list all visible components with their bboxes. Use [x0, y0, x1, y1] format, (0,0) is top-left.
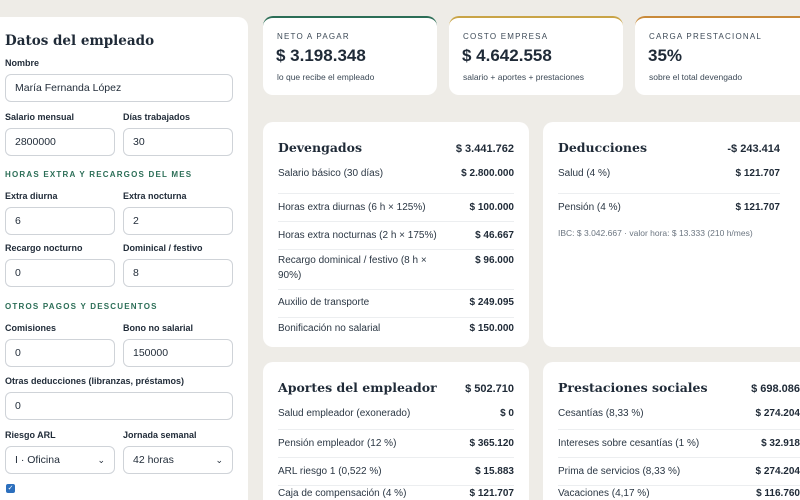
arl-label: Riesgo ARL: [5, 430, 56, 440]
deducciones-total: -$ 243.414: [727, 143, 780, 155]
list-item: Bonificación no salarial $ 150.000: [278, 323, 514, 334]
extra-day-input[interactable]: 6: [5, 207, 115, 235]
company-cost-subtitle: salario + aportes + prestaciones: [463, 72, 584, 82]
list-item: Horas extra diurnas (6 h × 125%) $ 100.0…: [278, 194, 514, 222]
list-item: Auxilio de transporte $ 249.095: [278, 290, 514, 318]
list-item: Salud (4 %) $ 121.707: [558, 166, 780, 194]
prestaciones-card: Prestaciones sociales $ 698.086 Cesantía…: [543, 362, 800, 500]
deducciones-title: Deducciones: [558, 140, 648, 155]
extra-day-label: Extra diurna: [5, 191, 58, 201]
list-item: ARL riesgo 1 (0,522 %) $ 15.883: [278, 458, 514, 486]
extra-night-label: Extra nocturna: [123, 191, 187, 201]
list-item: Salud empleador (exonerado) $ 0: [278, 406, 514, 430]
other-deductions-label: Otras deducciones (libranzas, préstamos): [5, 376, 185, 386]
benefit-load-value: 35%: [648, 46, 683, 65]
benefit-load-subtitle: sobre el total devengado: [649, 72, 743, 82]
list-item: Pensión empleador (12 %) $ 365.120: [278, 430, 514, 458]
commissions-input[interactable]: 0: [5, 339, 115, 367]
list-item: Horas extra nocturnas (2 h × 175%) $ 46.…: [278, 222, 514, 250]
bonus-input[interactable]: 150000: [123, 339, 233, 367]
aportes-total: $ 502.710: [465, 383, 514, 395]
aportes-card: Aportes del empleador $ 502.710 Salud em…: [263, 362, 529, 500]
sunday-input[interactable]: 8: [123, 259, 233, 287]
list-item: Pensión (4 %) $ 121.707: [558, 202, 780, 213]
name-label: Nombre: [5, 58, 40, 68]
company-cost-card: COSTO EMPRESA $ 4.642.558 salario + apor…: [449, 16, 623, 95]
week-select[interactable]: 42 horas ⌄: [123, 446, 233, 474]
benefit-load-card: CARGA PRESTACIONAL 35% sobre el total de…: [635, 16, 800, 95]
salary-input[interactable]: 2800000: [5, 128, 115, 156]
aportes-title: Aportes del empleador: [278, 380, 437, 395]
commissions-label: Comisiones: [5, 323, 57, 333]
days-input[interactable]: 30: [123, 128, 233, 156]
list-item: Intereses sobre cesantías (1 %) $ 32.918: [558, 430, 800, 458]
prestaciones-total: $ 698.086: [751, 383, 800, 395]
arl-select[interactable]: I · Oficina ⌄: [5, 446, 115, 474]
net-pay-label: NETO A PAGAR: [277, 32, 350, 41]
devengados-card: Devengados $ 3.441.762 Salario básico (3…: [263, 122, 529, 347]
extra-night-input[interactable]: 2: [123, 207, 233, 235]
option-checkbox[interactable]: ✓: [6, 484, 15, 493]
chevron-down-icon: ⌄: [97, 454, 105, 465]
days-label: Días trabajados: [123, 112, 191, 122]
overtime-section-title: HORAS EXTRA Y RECARGOS DEL MES: [5, 170, 193, 179]
employee-form-panel: Datos del empleado Nombre María Fernanda…: [0, 17, 248, 500]
salary-label: Salario mensual: [5, 112, 75, 122]
net-pay-card: NETO A PAGAR $ 3.198.348 lo que recibe e…: [263, 16, 437, 95]
night-surcharge-label: Recargo nocturno: [5, 243, 83, 253]
prestaciones-title: Prestaciones sociales: [558, 380, 708, 395]
chevron-down-icon: ⌄: [215, 454, 223, 465]
benefit-load-label: CARGA PRESTACIONAL: [649, 32, 763, 41]
devengados-title: Devengados: [278, 140, 363, 155]
devengados-total: $ 3.441.762: [455, 143, 514, 155]
company-cost-value: $ 4.642.558: [462, 46, 552, 65]
week-label: Jornada semanal: [123, 430, 197, 440]
company-cost-label: COSTO EMPRESA: [463, 32, 549, 41]
week-select-value: 42 horas: [133, 454, 174, 466]
deducciones-card: Deducciones -$ 243.414 Salud (4 %) $ 121…: [543, 122, 800, 347]
net-pay-value: $ 3.198.348: [276, 46, 366, 65]
list-item: Cesantías (8,33 %) $ 274.204: [558, 406, 800, 430]
other-section-title: OTROS PAGOS Y DESCUENTOS: [5, 302, 158, 311]
ibc-note: IBC: $ 3.042.667 · valor hora: $ 13.333 …: [558, 228, 753, 238]
list-item: Vacaciones (4,17 %) $ 116.760: [558, 488, 800, 499]
name-input[interactable]: María Fernanda López: [5, 74, 233, 102]
list-item: Prima de servicios (8,33 %) $ 274.204: [558, 458, 800, 486]
list-item: Caja de compensación (4 %) $ 121.707: [278, 488, 514, 499]
other-deductions-input[interactable]: 0: [5, 392, 233, 420]
net-pay-subtitle: lo que recibe el empleado: [277, 72, 375, 82]
list-item: Salario básico (30 días) $ 2.800.000: [278, 166, 514, 194]
bonus-label: Bono no salarial: [123, 323, 194, 333]
night-surcharge-input[interactable]: 0: [5, 259, 115, 287]
form-title: Datos del empleado: [5, 33, 155, 49]
arl-select-value: I · Oficina: [15, 454, 60, 466]
list-item: Recargo dominical / festivo (8 h × 90%) …: [278, 250, 514, 290]
sunday-label: Dominical / festivo: [123, 243, 203, 253]
